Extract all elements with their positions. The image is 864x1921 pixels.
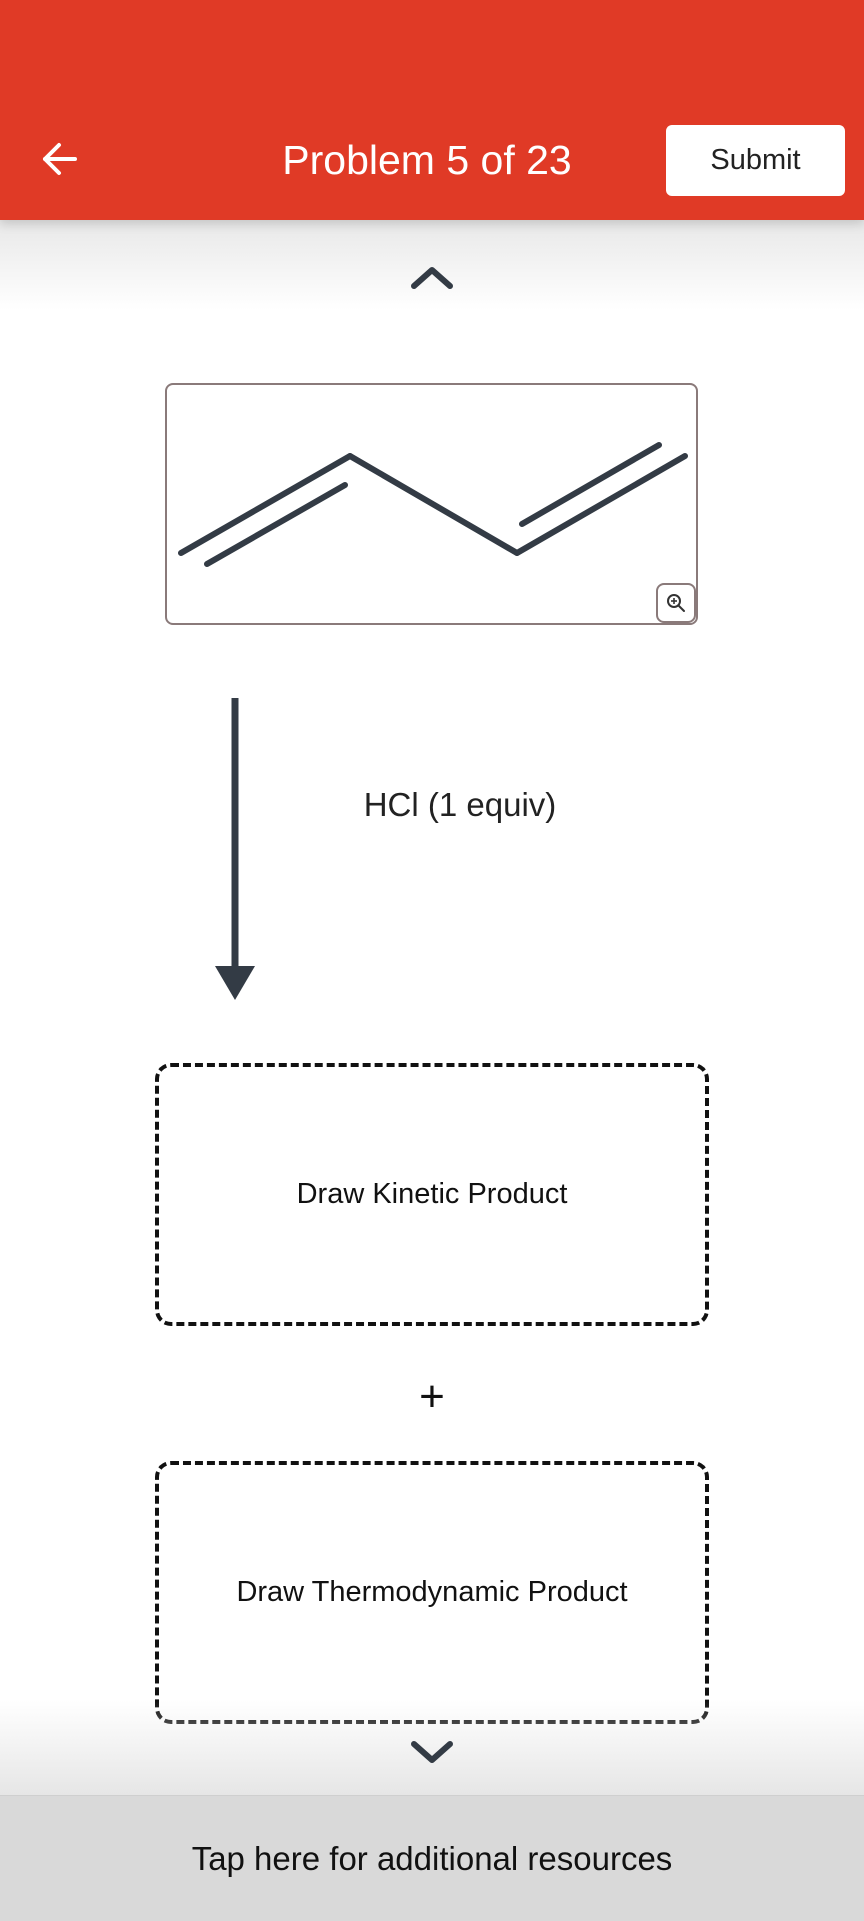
zoom-button[interactable] [656, 583, 696, 623]
starting-material-box[interactable] [165, 383, 698, 625]
app-header: Problem 5 of 23 Submit [0, 0, 864, 220]
butadiene-structure [178, 442, 688, 567]
thermodynamic-product-label: Draw Thermodynamic Product [236, 1576, 628, 1608]
thermodynamic-product-drop-zone[interactable]: Draw Thermodynamic Product [155, 1461, 709, 1724]
additional-resources-label: Tap here for additional resources [191, 1839, 673, 1877]
reaction-arrow [215, 698, 255, 1000]
submit-button[interactable]: Submit [666, 125, 845, 196]
back-button[interactable] [30, 130, 88, 188]
kinetic-product-label: Draw Kinetic Product [296, 1178, 568, 1210]
kinetic-product-drop-zone[interactable]: Draw Kinetic Product [155, 1063, 709, 1326]
reagent-label: HCl (1 equiv) [363, 786, 557, 823]
arrow-left-icon [43, 143, 77, 175]
plus-sign: + [419, 1372, 445, 1421]
additional-resources-bar[interactable]: Tap here for additional resources [0, 1795, 864, 1921]
chevron-down-icon[interactable] [400, 1732, 464, 1772]
page-title: Problem 5 of 23 [282, 137, 572, 183]
zoom-in-icon [667, 594, 685, 612]
chevron-up-icon[interactable] [400, 258, 464, 298]
